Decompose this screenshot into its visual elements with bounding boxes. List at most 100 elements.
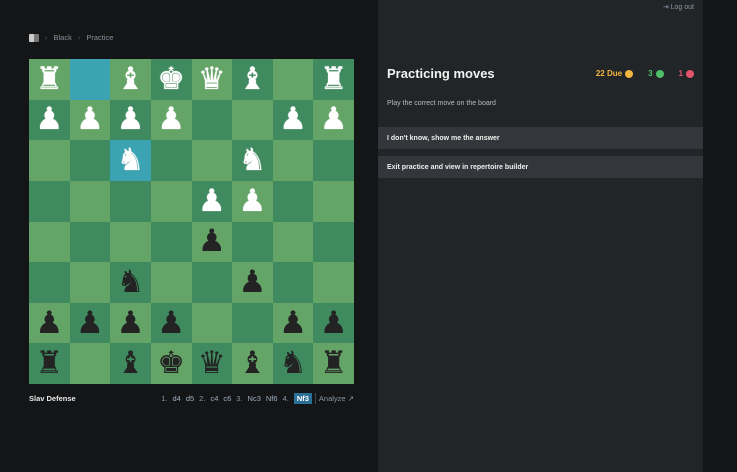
board-square[interactable] xyxy=(69,343,111,384)
board-square[interactable]: ♟ xyxy=(191,221,233,263)
board-square[interactable] xyxy=(232,302,273,344)
board-square[interactable] xyxy=(29,221,70,263)
black-pawn-icon[interactable]: ♟ xyxy=(320,307,348,339)
board-square[interactable] xyxy=(313,140,354,181)
move[interactable]: c4 xyxy=(210,394,218,403)
board-square[interactable]: ♜ xyxy=(29,59,70,100)
board-square[interactable] xyxy=(110,221,151,263)
board-square[interactable] xyxy=(69,221,111,263)
board-square[interactable]: ♟ xyxy=(110,302,151,344)
move[interactable]: d5 xyxy=(186,394,194,403)
white-pawn-icon[interactable]: ♟ xyxy=(117,104,145,135)
black-pawn-icon[interactable]: ♟ xyxy=(117,307,145,339)
black-knight-icon[interactable]: ♞ xyxy=(279,348,307,379)
board-square[interactable]: ♟ xyxy=(150,302,192,344)
black-rook-icon[interactable]: ♜ xyxy=(35,348,63,379)
black-king-icon[interactable]: ♚ xyxy=(157,348,185,379)
board-square[interactable] xyxy=(191,140,233,181)
board-square[interactable] xyxy=(29,262,70,303)
board-square[interactable]: ♟ xyxy=(29,99,70,141)
show-answer-button[interactable]: I don't know, show me the answer xyxy=(378,127,703,149)
board-square[interactable]: ♟ xyxy=(191,180,233,222)
black-pawn-icon[interactable]: ♟ xyxy=(239,266,267,298)
move[interactable]: d4 xyxy=(172,394,180,403)
board-square[interactable] xyxy=(191,262,233,303)
white-pawn-icon[interactable]: ♟ xyxy=(239,185,267,217)
board-square[interactable] xyxy=(29,140,70,181)
board-square[interactable] xyxy=(150,140,192,181)
black-rook-icon[interactable]: ♜ xyxy=(320,348,348,379)
board-square[interactable]: ♞ xyxy=(110,140,151,181)
black-pawn-icon[interactable]: ♟ xyxy=(35,307,63,339)
black-pawn-icon[interactable]: ♟ xyxy=(76,307,104,339)
board-square[interactable]: ♟ xyxy=(150,99,192,141)
white-pawn-icon[interactable]: ♟ xyxy=(198,185,226,217)
board-square[interactable] xyxy=(232,221,273,263)
board-square[interactable]: ♟ xyxy=(69,302,111,344)
black-pawn-icon[interactable]: ♟ xyxy=(198,226,226,257)
board-square[interactable]: ♟ xyxy=(313,99,354,141)
board-square[interactable]: ♟ xyxy=(232,262,273,303)
white-bishop-icon[interactable]: ♝ xyxy=(117,63,145,95)
board-square[interactable] xyxy=(150,221,192,263)
board-square[interactable]: ♜ xyxy=(313,59,354,100)
board-square[interactable]: ♝ xyxy=(232,343,273,384)
white-bishop-icon[interactable]: ♝ xyxy=(239,63,267,95)
logo-icon[interactable] xyxy=(29,33,39,42)
board-square[interactable]: ♝ xyxy=(232,59,273,100)
white-pawn-icon[interactable]: ♟ xyxy=(279,104,307,135)
board-square[interactable] xyxy=(232,99,273,141)
board-square[interactable]: ♝ xyxy=(110,343,151,384)
board-square[interactable]: ♛ xyxy=(191,59,233,100)
move[interactable]: Nf3 xyxy=(293,393,312,404)
board-square[interactable]: ♜ xyxy=(29,343,70,384)
board-square[interactable] xyxy=(69,59,111,100)
board-square[interactable]: ♝ xyxy=(110,59,151,100)
move[interactable]: Nc3 xyxy=(248,394,261,403)
breadcrumb-practice[interactable]: Practice xyxy=(86,33,113,42)
white-knight-icon[interactable]: ♞ xyxy=(117,145,145,176)
white-rook-icon[interactable]: ♜ xyxy=(35,63,63,95)
board-square[interactable] xyxy=(272,180,314,222)
board-square[interactable] xyxy=(272,59,314,100)
board-square[interactable] xyxy=(191,99,233,141)
board-square[interactable]: ♟ xyxy=(272,302,314,344)
black-pawn-icon[interactable]: ♟ xyxy=(157,307,185,339)
board-square[interactable]: ♞ xyxy=(110,262,151,303)
board-square[interactable] xyxy=(69,140,111,181)
board-square[interactable] xyxy=(29,180,70,222)
white-pawn-icon[interactable]: ♟ xyxy=(35,104,63,135)
board-square[interactable]: ♞ xyxy=(232,140,273,181)
board-square[interactable]: ♟ xyxy=(313,302,354,344)
board-square[interactable] xyxy=(272,262,314,303)
white-knight-icon[interactable]: ♞ xyxy=(239,145,267,176)
black-queen-icon[interactable]: ♛ xyxy=(198,348,226,379)
board-square[interactable]: ♞ xyxy=(272,343,314,384)
black-knight-icon[interactable]: ♞ xyxy=(117,266,145,298)
board-square[interactable]: ♜ xyxy=(313,343,354,384)
board-square[interactable]: ♛ xyxy=(191,343,233,384)
white-pawn-icon[interactable]: ♟ xyxy=(320,104,348,135)
board-square[interactable]: ♟ xyxy=(272,99,314,141)
black-pawn-icon[interactable]: ♟ xyxy=(279,307,307,339)
board-square[interactable]: ♟ xyxy=(69,99,111,141)
white-king-icon[interactable]: ♚ xyxy=(157,63,185,95)
board-square[interactable] xyxy=(150,262,192,303)
board-square[interactable] xyxy=(313,262,354,303)
board-square[interactable] xyxy=(150,180,192,222)
breadcrumb-black[interactable]: Black xyxy=(54,33,72,42)
board-square[interactable]: ♚ xyxy=(150,343,192,384)
board-square[interactable]: ♟ xyxy=(110,99,151,141)
board-square[interactable] xyxy=(313,221,354,263)
board-square[interactable] xyxy=(313,180,354,222)
board-square[interactable]: ♟ xyxy=(29,302,70,344)
move[interactable]: c6 xyxy=(223,394,231,403)
move[interactable]: Nf6 xyxy=(266,394,278,403)
white-rook-icon[interactable]: ♜ xyxy=(320,63,348,95)
logout-button[interactable]: ⇥ Log out xyxy=(663,3,694,11)
board-square[interactable] xyxy=(191,302,233,344)
black-bishop-icon[interactable]: ♝ xyxy=(239,348,267,379)
board-square[interactable] xyxy=(272,221,314,263)
board-square[interactable]: ♚ xyxy=(150,59,192,100)
analyze-link[interactable]: Analyze ↗ xyxy=(319,394,354,403)
